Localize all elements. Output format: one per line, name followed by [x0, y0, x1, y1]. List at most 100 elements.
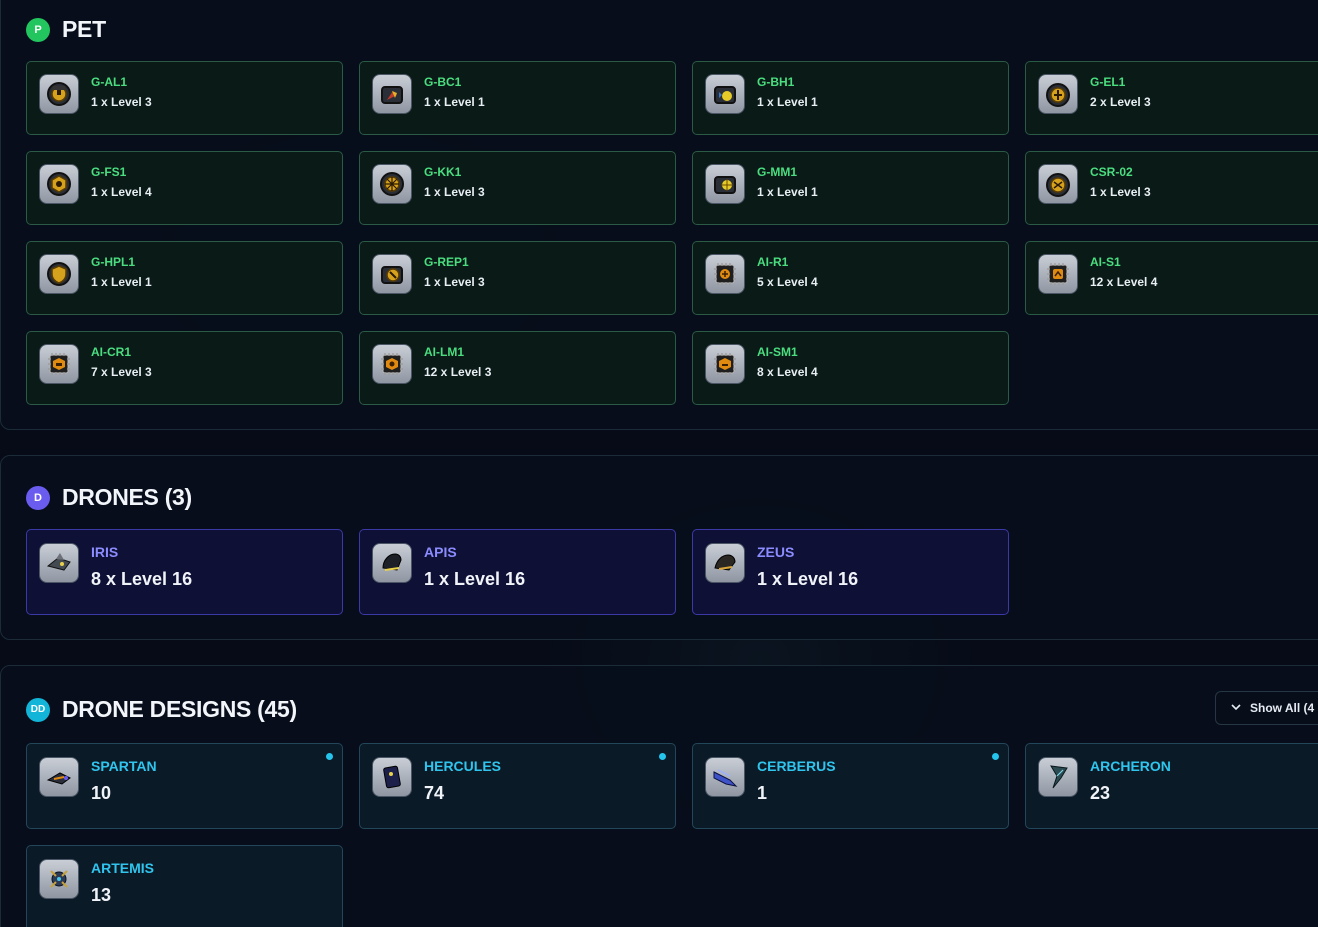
pet-card[interactable]: G-BC1 1 x Level 1 [359, 61, 676, 135]
pet-card[interactable]: AI-S1 12 x Level 4 [1025, 241, 1318, 315]
drone-icon [372, 543, 412, 583]
new-indicator-dot [326, 753, 333, 760]
pet-name: G-EL1 [1090, 75, 1126, 89]
drone-design-icon [1038, 757, 1078, 797]
pet-level: 1 x Level 1 [757, 185, 818, 199]
pet-name: AI-LM1 [424, 345, 464, 359]
drone-card[interactable]: IRIS 8 x Level 16 [26, 529, 343, 615]
pet-name: G-BC1 [424, 75, 462, 89]
new-indicator-dot [992, 753, 999, 760]
pet-card[interactable]: AI-SM1 8 x Level 4 [692, 331, 1009, 405]
pet-level: 1 x Level 1 [91, 275, 152, 289]
pet-name: AI-R1 [757, 255, 789, 269]
pet-level: 1 x Level 3 [1090, 185, 1151, 199]
pet-card[interactable]: AI-CR1 7 x Level 3 [26, 331, 343, 405]
pet-name: G-FS1 [91, 165, 127, 179]
drone-icon [705, 543, 745, 583]
pet-name: G-HPL1 [91, 255, 136, 269]
drone-design-name: ARCHERON [1090, 758, 1171, 774]
page: P PET G-AL1 1 x Level 3 G-BC1 1 x Level … [0, 0, 1318, 927]
pet-section-header: P PET [26, 16, 106, 43]
drone-designs-badge: DD [26, 697, 50, 722]
pet-name: G-REP1 [424, 255, 469, 269]
gear-pet-icon [705, 164, 745, 204]
pet-name: CSR-02 [1090, 165, 1133, 179]
ai-chip-icon [1038, 254, 1078, 294]
pet-name: AI-SM1 [757, 345, 798, 359]
gear-pet-icon [39, 74, 79, 114]
drone-design-icon [39, 757, 79, 797]
show-all-button[interactable]: Show All (4 [1215, 691, 1318, 725]
pet-card[interactable]: G-FS1 1 x Level 4 [26, 151, 343, 225]
gear-pet-icon [372, 254, 412, 294]
pet-section-title: PET [62, 16, 106, 42]
drone-level: 1 x Level 16 [424, 569, 526, 589]
show-all-label: Show All (4 [1250, 701, 1315, 715]
drone-card[interactable]: ZEUS 1 x Level 16 [692, 529, 1009, 615]
drone-name: ZEUS [757, 544, 795, 560]
pet-card[interactable]: G-BH1 1 x Level 1 [692, 61, 1009, 135]
pet-name: AI-S1 [1090, 255, 1121, 269]
gear-pet-icon [1038, 164, 1078, 204]
drone-design-count: 10 [91, 783, 112, 803]
drone-design-icon [705, 757, 745, 797]
pet-badge: P [26, 17, 50, 42]
pet-card[interactable]: G-AL1 1 x Level 3 [26, 61, 343, 135]
pet-level: 1 x Level 3 [424, 185, 485, 199]
drone-designs-section-header: DD DRONE DESIGNS (45) [26, 696, 297, 723]
drone-design-icon [372, 757, 412, 797]
pet-level: 1 x Level 3 [91, 95, 152, 109]
ai-chip-icon [39, 344, 79, 384]
drone-design-card[interactable]: CERBERUS 1 [692, 743, 1009, 829]
drone-icon [39, 543, 79, 583]
drone-design-icon [39, 859, 79, 899]
ai-chip-icon [705, 254, 745, 294]
drones-badge: D [26, 485, 50, 510]
pet-name: G-BH1 [757, 75, 795, 89]
drone-card[interactable]: APIS 1 x Level 16 [359, 529, 676, 615]
drone-design-name: SPARTAN [91, 758, 157, 774]
drone-design-count: 74 [424, 783, 445, 803]
drone-design-name: ARTEMIS [91, 860, 154, 876]
pet-level: 1 x Level 4 [91, 185, 152, 199]
drone-design-card[interactable]: ARTEMIS 13 [26, 845, 343, 927]
pet-card[interactable]: G-MM1 1 x Level 1 [692, 151, 1009, 225]
pet-name: G-MM1 [757, 165, 797, 179]
pet-level: 2 x Level 3 [1090, 95, 1151, 109]
new-indicator-dot [659, 753, 666, 760]
drone-design-name: HERCULES [424, 758, 502, 774]
drone-design-card[interactable]: SPARTAN 10 [26, 743, 343, 829]
gear-pet-icon [705, 74, 745, 114]
pet-card[interactable]: AI-LM1 12 x Level 3 [359, 331, 676, 405]
drone-design-count: 23 [1090, 783, 1111, 803]
pet-card[interactable]: G-KK1 1 x Level 3 [359, 151, 676, 225]
gear-pet-icon [372, 74, 412, 114]
chevron-down-icon [1230, 701, 1242, 716]
gear-pet-icon [1038, 74, 1078, 114]
drone-design-card[interactable]: ARCHERON 23 [1025, 743, 1318, 829]
gear-pet-icon [39, 254, 79, 294]
pet-card[interactable]: G-EL1 2 x Level 3 [1025, 61, 1318, 135]
drone-level: 1 x Level 16 [757, 569, 859, 589]
drone-design-count: 13 [91, 885, 112, 905]
pet-card[interactable]: G-HPL1 1 x Level 1 [26, 241, 343, 315]
drone-level: 8 x Level 16 [91, 569, 193, 589]
pet-level: 12 x Level 3 [424, 365, 492, 379]
pet-name: G-KK1 [424, 165, 462, 179]
pet-name: G-AL1 [91, 75, 127, 89]
pet-level: 12 x Level 4 [1090, 275, 1158, 289]
pet-card[interactable]: CSR-02 1 x Level 3 [1025, 151, 1318, 225]
pet-card[interactable]: G-REP1 1 x Level 3 [359, 241, 676, 315]
pet-level: 1 x Level 3 [424, 275, 485, 289]
ai-chip-icon [372, 344, 412, 384]
drone-design-card[interactable]: HERCULES 74 [359, 743, 676, 829]
pet-level: 8 x Level 4 [757, 365, 818, 379]
gear-pet-icon [372, 164, 412, 204]
drone-name: IRIS [91, 544, 119, 560]
pet-level: 1 x Level 1 [424, 95, 485, 109]
pet-level: 1 x Level 1 [757, 95, 818, 109]
pet-card[interactable]: AI-R1 5 x Level 4 [692, 241, 1009, 315]
pet-level: 5 x Level 4 [757, 275, 818, 289]
pet-name: AI-CR1 [91, 345, 132, 359]
gear-pet-icon [39, 164, 79, 204]
